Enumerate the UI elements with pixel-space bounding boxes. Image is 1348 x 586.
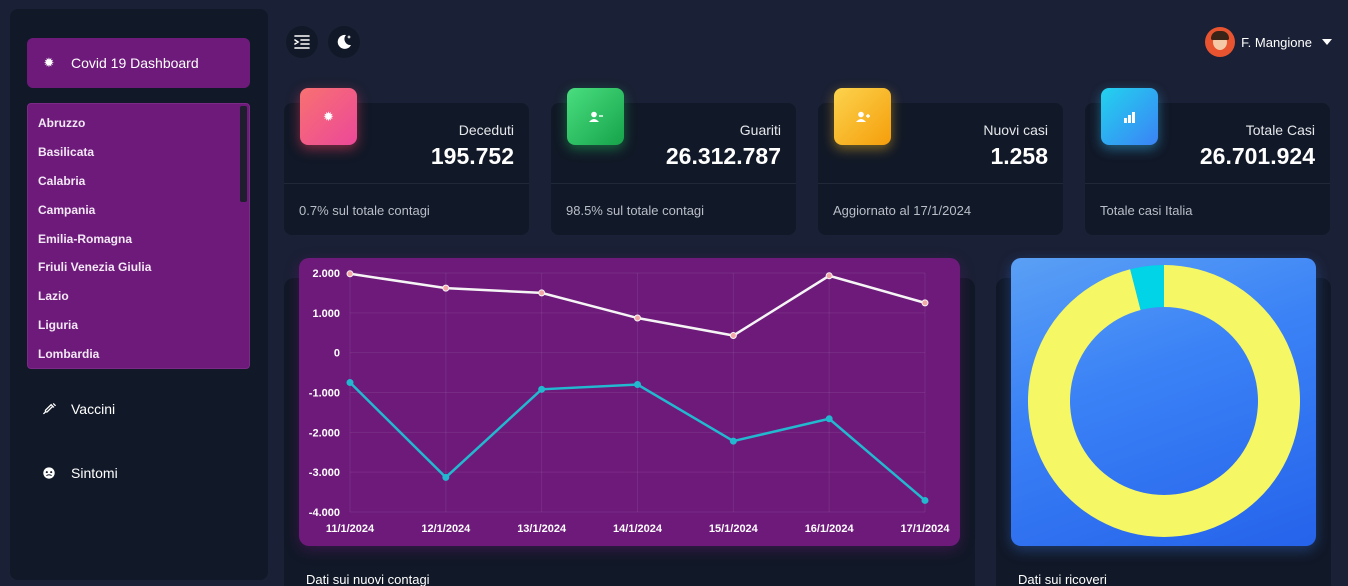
stat-card-nuovi-casi: Nuovi casi 1.258 Aggiornato al 17/1/2024 (818, 88, 1063, 235)
region-item[interactable]: Emilia-Romagna (28, 224, 249, 253)
user-plus-icon (834, 88, 891, 145)
region-list-scrollbar[interactable] (240, 106, 247, 202)
stat-card-totale-casi: Totale Casi 26.701.924 Totale casi Itali… (1085, 88, 1330, 235)
sidebar: ✹ Covid 19 Dashboard Abruzzo Basilicata … (10, 9, 268, 580)
data-point (442, 284, 450, 292)
y-tick-label: 1.000 (312, 308, 340, 320)
card-value: 26.701.924 (1199, 143, 1315, 169)
stat-card-guariti: Guariti 26.312.787 98.5% sul totale cont… (551, 88, 796, 235)
stat-card-deceduti: ✹ Deceduti 195.752 0.7% sul totale conta… (284, 88, 529, 235)
x-tick-label: 14/1/2024 (613, 523, 663, 535)
user-name: F. Mangione (1241, 34, 1312, 50)
card-footer: 0.7% sul totale contagi (299, 203, 430, 218)
region-item[interactable]: Lazio (28, 282, 249, 311)
region-list[interactable]: Abruzzo Basilicata Calabria Campania Emi… (27, 103, 250, 369)
card-value: 195.752 (430, 143, 514, 169)
region-item[interactable]: Calabria (28, 167, 249, 196)
line-chart-container: 2.000 1.000 0 -1.000 -2.000 -3.000 -4.000 11/1/… (299, 258, 960, 546)
card-footer: Aggiornato al 17/1/2024 (833, 203, 972, 218)
donut-chart (1028, 265, 1300, 537)
data-point (538, 289, 546, 297)
virus-icon: ✹ (300, 88, 357, 145)
head-icon (41, 465, 57, 481)
user-check-icon (567, 88, 624, 145)
card-title: Deceduti (458, 122, 514, 138)
region-item[interactable]: Abruzzo (28, 109, 249, 138)
region-item[interactable]: Campania (28, 195, 249, 224)
bar-chart-icon (1101, 88, 1158, 145)
region-item[interactable]: Friuli Venezia Giulia (28, 253, 249, 282)
syringe-icon (41, 401, 57, 417)
data-point (729, 332, 737, 340)
card-title: Totale Casi (1245, 122, 1315, 138)
x-tick-label: 11/1/2024 (326, 523, 375, 535)
card-value: 26.312.787 (665, 143, 781, 169)
card-title: Guariti (739, 122, 781, 138)
line-chart: 2.000 1.000 0 -1.000 -2.000 -3.000 -4.000 11/1/… (309, 268, 951, 535)
data-point (442, 473, 450, 481)
y-tick-label: -3.000 (309, 467, 340, 479)
sidebar-item-covid-dashboard[interactable]: ✹ Covid 19 Dashboard (27, 38, 250, 88)
sidebar-item-sintomi[interactable]: Sintomi (27, 453, 250, 493)
chevron-down-icon (1322, 39, 1332, 45)
data-point (921, 299, 929, 307)
data-point (538, 385, 546, 393)
card-value: 1.258 (990, 143, 1048, 169)
y-tick-label: -2.000 (309, 427, 340, 439)
user-menu[interactable]: F. Mangione (1205, 27, 1332, 57)
avatar (1205, 27, 1236, 57)
region-item[interactable]: Lombardia (28, 339, 249, 368)
region-item[interactable]: Liguria (28, 311, 249, 340)
x-tick-label: 17/1/2024 (901, 523, 951, 535)
x-tick-label: 16/1/2024 (805, 523, 855, 535)
x-tick-label: 12/1/2024 (421, 523, 471, 535)
dark-mode-button[interactable] (328, 26, 360, 58)
y-tick-label: -4.000 (309, 507, 340, 519)
line-chart-title: Dati sui nuovi contagi (306, 572, 430, 586)
data-point (346, 270, 354, 278)
sidebar-item-label: Covid 19 Dashboard (71, 55, 199, 71)
card-divider (1085, 183, 1330, 184)
y-tick-label: -1.000 (309, 388, 340, 400)
data-point (729, 437, 737, 445)
sidebar-item-label: Sintomi (71, 465, 118, 481)
data-point (634, 314, 641, 322)
card-footer: Totale casi Italia (1100, 203, 1193, 218)
x-tick-label: 15/1/2024 (709, 523, 759, 535)
card-footer: 98.5% sul totale contagi (566, 203, 705, 218)
virus-icon: ✹ (43, 55, 55, 70)
region-item[interactable]: Basilicata (28, 138, 249, 167)
data-point (825, 272, 833, 280)
data-point (346, 379, 354, 387)
card-divider (284, 183, 529, 184)
data-point (825, 415, 833, 423)
toggle-sidebar-button[interactable] (286, 26, 318, 58)
moon-icon (337, 34, 351, 49)
donut-chart-title: Dati sui ricoveri (1018, 572, 1107, 586)
sidebar-item-vaccini[interactable]: Vaccini (27, 389, 250, 429)
card-divider (818, 183, 1063, 184)
x-tick-label: 13/1/2024 (517, 523, 567, 535)
menu-indent-icon (294, 35, 310, 49)
sidebar-item-label: Vaccini (71, 401, 116, 417)
card-divider (551, 183, 796, 184)
card-title: Nuovi casi (983, 122, 1048, 138)
y-tick-label: 0 (334, 348, 340, 360)
y-tick-label: 2.000 (312, 268, 340, 280)
donut-chart-container (1011, 258, 1316, 546)
data-point (634, 381, 641, 389)
data-point (921, 496, 929, 504)
